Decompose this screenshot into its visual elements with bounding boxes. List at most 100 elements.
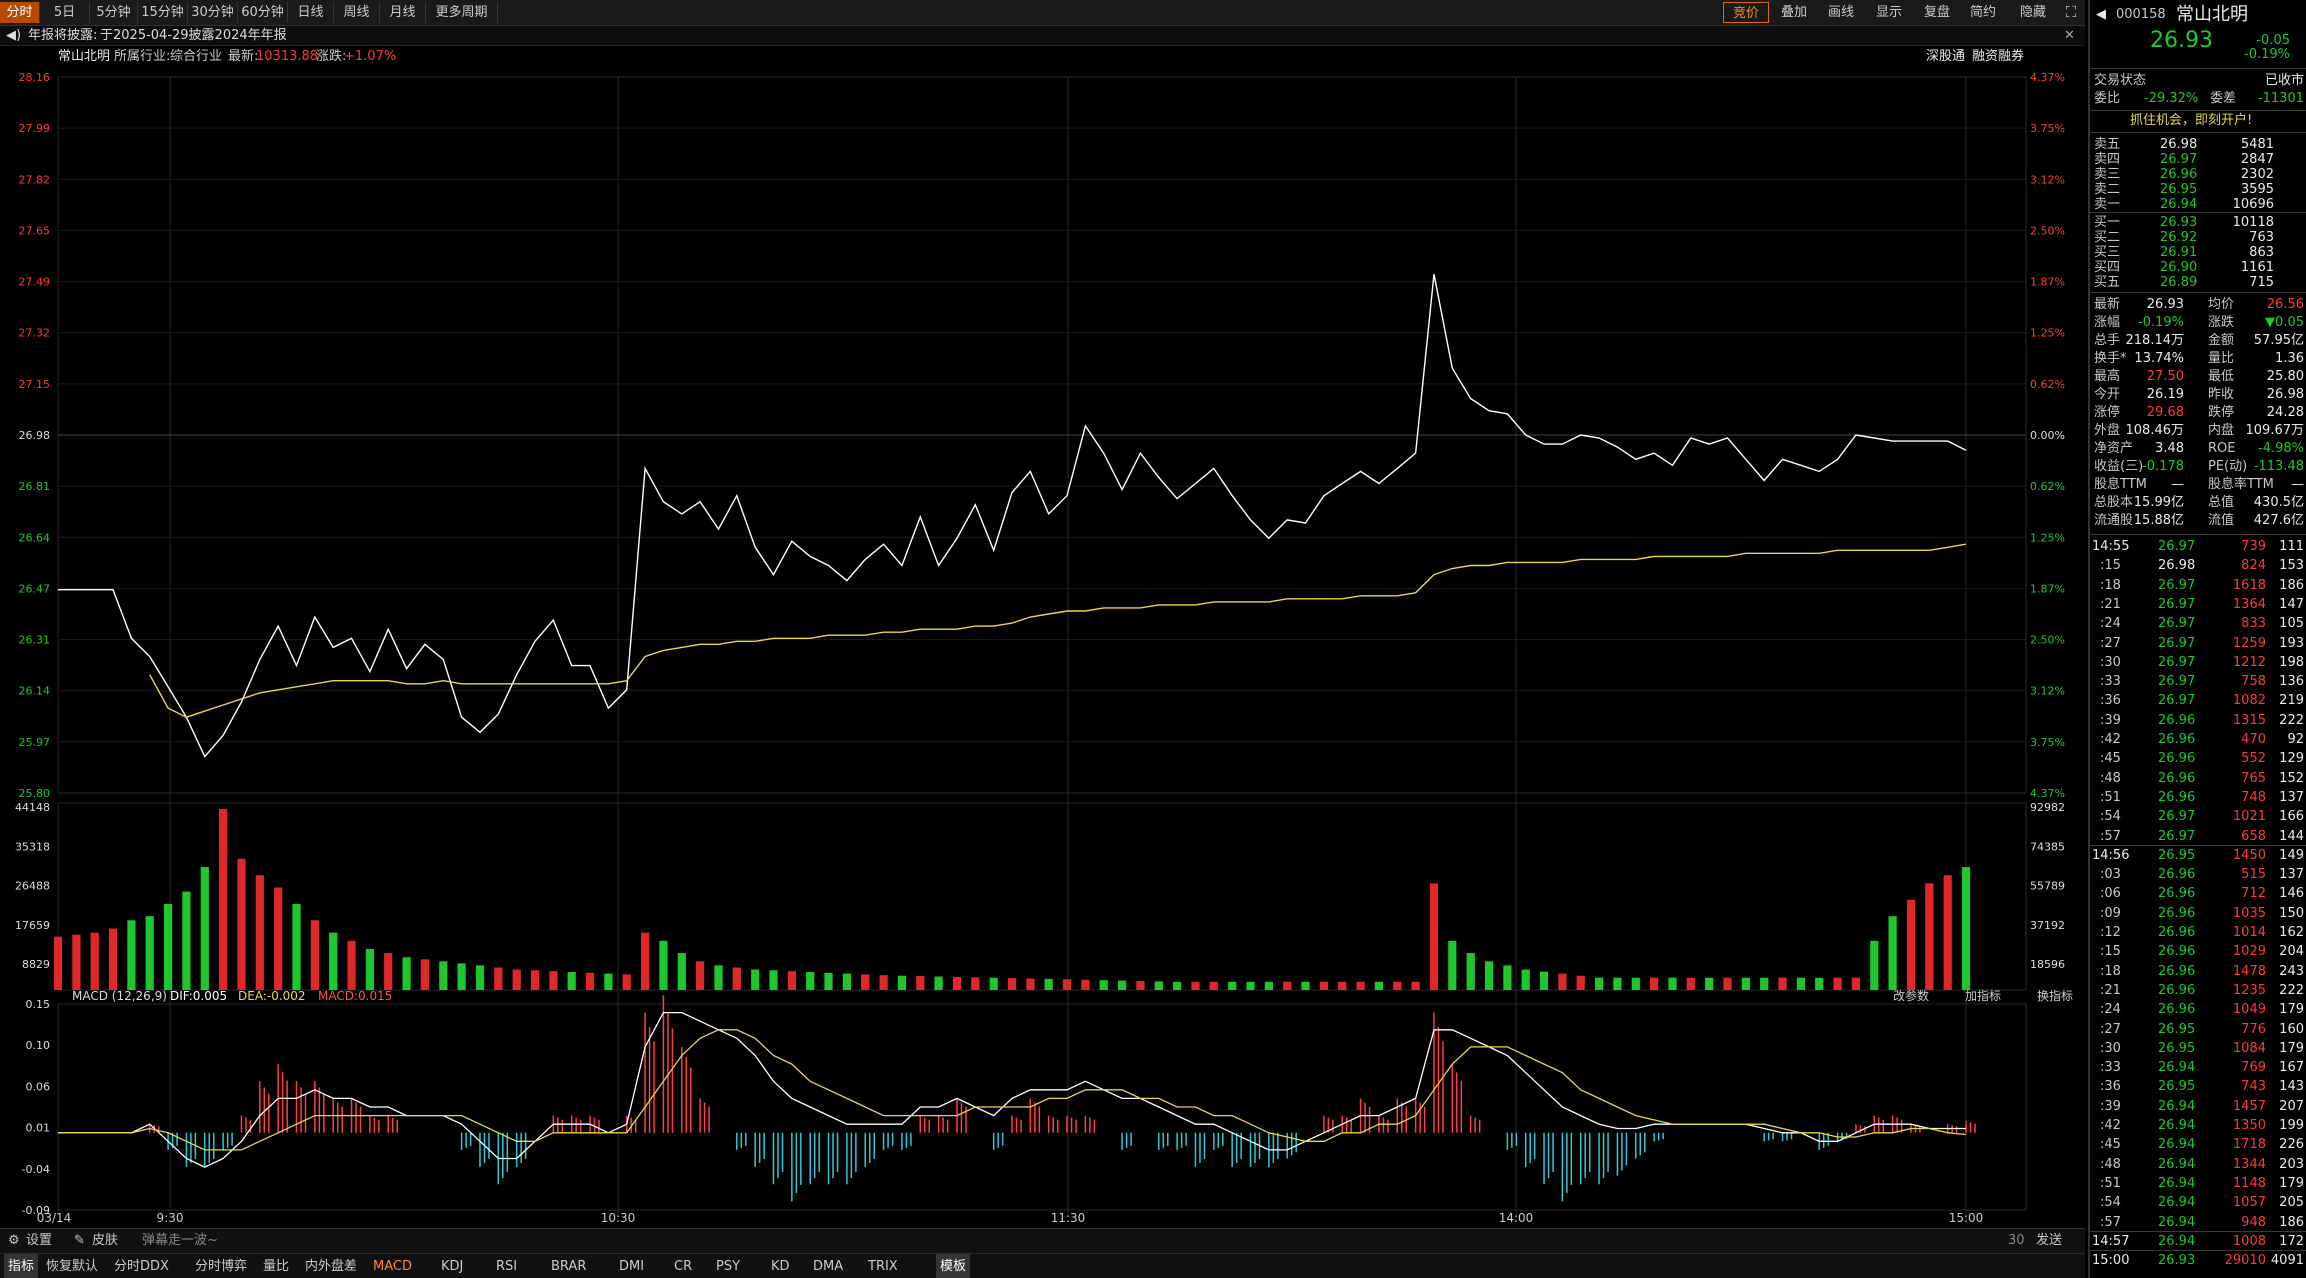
- trade-volume: 1021: [2232, 809, 2266, 825]
- trade-row: :03 26.96 515 137: [2090, 866, 2306, 884]
- trade-price: 26.94: [2158, 1195, 2196, 1211]
- indicator-tab-1[interactable]: 恢复默认: [46, 1254, 98, 1278]
- indicator-tab-5[interactable]: 内外盘差: [305, 1254, 357, 1278]
- trade-price: 26.97: [2158, 616, 2196, 632]
- trade-row: :42 26.96 470 92: [2090, 731, 2306, 749]
- simple-button[interactable]: 简约: [1962, 2, 2004, 23]
- indicator-tab-3[interactable]: 分时博弈: [195, 1254, 247, 1278]
- trade-price: 26.94: [2158, 1214, 2196, 1230]
- indicator-tab-2[interactable]: 分时DDX: [114, 1254, 169, 1278]
- pct-tick-label: 4.37%: [2030, 787, 2065, 800]
- dif-line: [58, 1011, 1966, 1168]
- replay-button[interactable]: 复盘: [1916, 2, 1958, 23]
- tab-5day[interactable]: 5日: [40, 2, 90, 23]
- indicator-tab-15[interactable]: TRIX: [868, 1254, 898, 1278]
- indicator-tab-12[interactable]: PSY: [716, 1254, 740, 1278]
- volume-bar: [1191, 981, 1200, 990]
- tab-60min[interactable]: 60分钟: [238, 2, 288, 23]
- volume-bar: [934, 976, 943, 990]
- fullscreen-icon[interactable]: ⛶: [2060, 2, 2082, 23]
- volume-bar: [585, 972, 595, 990]
- trade-count: 193: [2279, 635, 2304, 651]
- trade-count: 146: [2279, 886, 2304, 902]
- settings-button[interactable]: 设置: [26, 1229, 52, 1253]
- volume-bar: [530, 970, 540, 990]
- trade-volume: 776: [2241, 1021, 2266, 1037]
- pct-tick-label: 0.62%: [2030, 378, 2065, 391]
- trade-price: 26.97: [2158, 828, 2196, 844]
- trade-row: :54 26.97 1021 166: [2090, 808, 2306, 826]
- tab-daily[interactable]: 日线: [288, 2, 334, 23]
- price-tick-label: 27.15: [19, 378, 51, 391]
- tab-more-periods[interactable]: 更多周期: [426, 2, 498, 23]
- indicator-tab-9[interactable]: BRAR: [551, 1254, 586, 1278]
- volume-bar: [1448, 940, 1457, 990]
- price-tick-label: 25.97: [19, 736, 51, 749]
- volume-bar: [145, 916, 154, 990]
- indicator-tab-10[interactable]: DMI: [619, 1254, 644, 1278]
- promo-row[interactable]: 抓住机会，即刻开户!: [2090, 112, 2306, 130]
- trade-count: 105: [2279, 616, 2304, 632]
- tab-15min[interactable]: 15分钟: [138, 2, 188, 23]
- volume-bar: [971, 977, 980, 990]
- danmaku-input[interactable]: 弹幕走一波~: [142, 1229, 218, 1253]
- skin-button[interactable]: 皮肤: [92, 1229, 118, 1253]
- trade-price: 26.96: [2158, 751, 2196, 767]
- trade-price: 26.96: [2158, 905, 2196, 921]
- volume-bar: [1906, 899, 1916, 990]
- promo-link: 抓住机会，即刻开户!: [2130, 113, 2253, 128]
- overlay-button[interactable]: 叠加: [1773, 2, 1815, 23]
- cell: 总股本: [2094, 495, 2134, 510]
- industry-value[interactable]: 综合行业: [170, 47, 222, 67]
- tab-weekly[interactable]: 周线: [334, 2, 380, 23]
- trade-count: 198: [2279, 654, 2304, 670]
- draw-line-button[interactable]: 画线: [1820, 2, 1862, 23]
- indicator-tab-8[interactable]: RSI: [496, 1254, 517, 1278]
- volume-bar: [769, 970, 778, 990]
- tab-intraday[interactable]: 分时: [0, 2, 40, 23]
- volume-bar: [420, 959, 429, 990]
- volume-tick-label: 35318: [15, 840, 50, 853]
- cell: 26.19: [2146, 387, 2184, 402]
- indicator-tab-7[interactable]: KDJ: [441, 1254, 463, 1278]
- indicator-tab-13[interactable]: KD: [771, 1254, 790, 1278]
- indicator-tabs: 指标 恢复默认 分时DDX 分时博弈 量比 内外盘差 MACD KDJ RSI BRAR DMI CR…: [0, 1253, 2085, 1278]
- indicator-tab-16[interactable]: 模板: [936, 1254, 971, 1278]
- volume-bar: [1576, 975, 1585, 990]
- hk-connect-link[interactable]: 深股通: [1926, 47, 1965, 67]
- trade-row: :45 26.96 552 129: [2090, 750, 2306, 768]
- tab-30min[interactable]: 30分钟: [188, 2, 238, 23]
- indicator-tab-14[interactable]: DMA: [813, 1254, 843, 1278]
- skin-icon[interactable]: ✎: [74, 1229, 85, 1253]
- pct-tick-label: 0.62%: [2030, 480, 2065, 493]
- notice-text[interactable]: 于2025-04-29披露2024年年报: [100, 26, 287, 46]
- indicator-tab-6[interactable]: MACD: [373, 1254, 412, 1278]
- volume-bar: [1393, 981, 1402, 990]
- hide-button[interactable]: 隐藏: [2008, 2, 2058, 23]
- auction-button[interactable]: 竞价: [1723, 2, 1769, 23]
- close-icon[interactable]: ✕: [2064, 26, 2075, 46]
- indicator-tab-11[interactable]: CR: [674, 1254, 692, 1278]
- indicator-tab-0[interactable]: 指标: [4, 1254, 39, 1278]
- trade-time: :03: [2100, 867, 2121, 883]
- tab-5min[interactable]: 5分钟: [90, 2, 138, 23]
- stat-row: 最高 27.50 最低 25.80: [2090, 368, 2306, 386]
- indicator-tab-4[interactable]: 量比: [263, 1254, 289, 1278]
- cell: 3.48: [2155, 441, 2184, 456]
- tab-monthly[interactable]: 月线: [380, 2, 426, 23]
- volume-bar: [457, 963, 466, 990]
- trade-count: 226: [2279, 1137, 2304, 1153]
- gear-icon[interactable]: ⚙: [8, 1229, 20, 1253]
- intraday-chart[interactable]: 28.16 4.37% 27.99 3.75% 27.82 3.12% 27.65 2.50%…: [0, 67, 2085, 1228]
- trade-row: :18 26.96 1478 243: [2090, 963, 2306, 981]
- margin-trading-link[interactable]: 融资融券: [1972, 47, 2024, 67]
- time-axis-label: 11:30: [1051, 1211, 1086, 1225]
- send-button[interactable]: 发送: [2036, 1229, 2062, 1253]
- price-pct: -0.19%: [2244, 47, 2290, 62]
- pct-tick-label: 0.00%: [2030, 429, 2065, 442]
- trade-volume: 515: [2241, 867, 2266, 883]
- display-button[interactable]: 显示: [1866, 2, 1912, 23]
- macd-tick-label: 0.06: [26, 1080, 51, 1093]
- price-tick-label: 27.65: [19, 224, 51, 237]
- stock-name: 常山北明: [58, 49, 111, 64]
